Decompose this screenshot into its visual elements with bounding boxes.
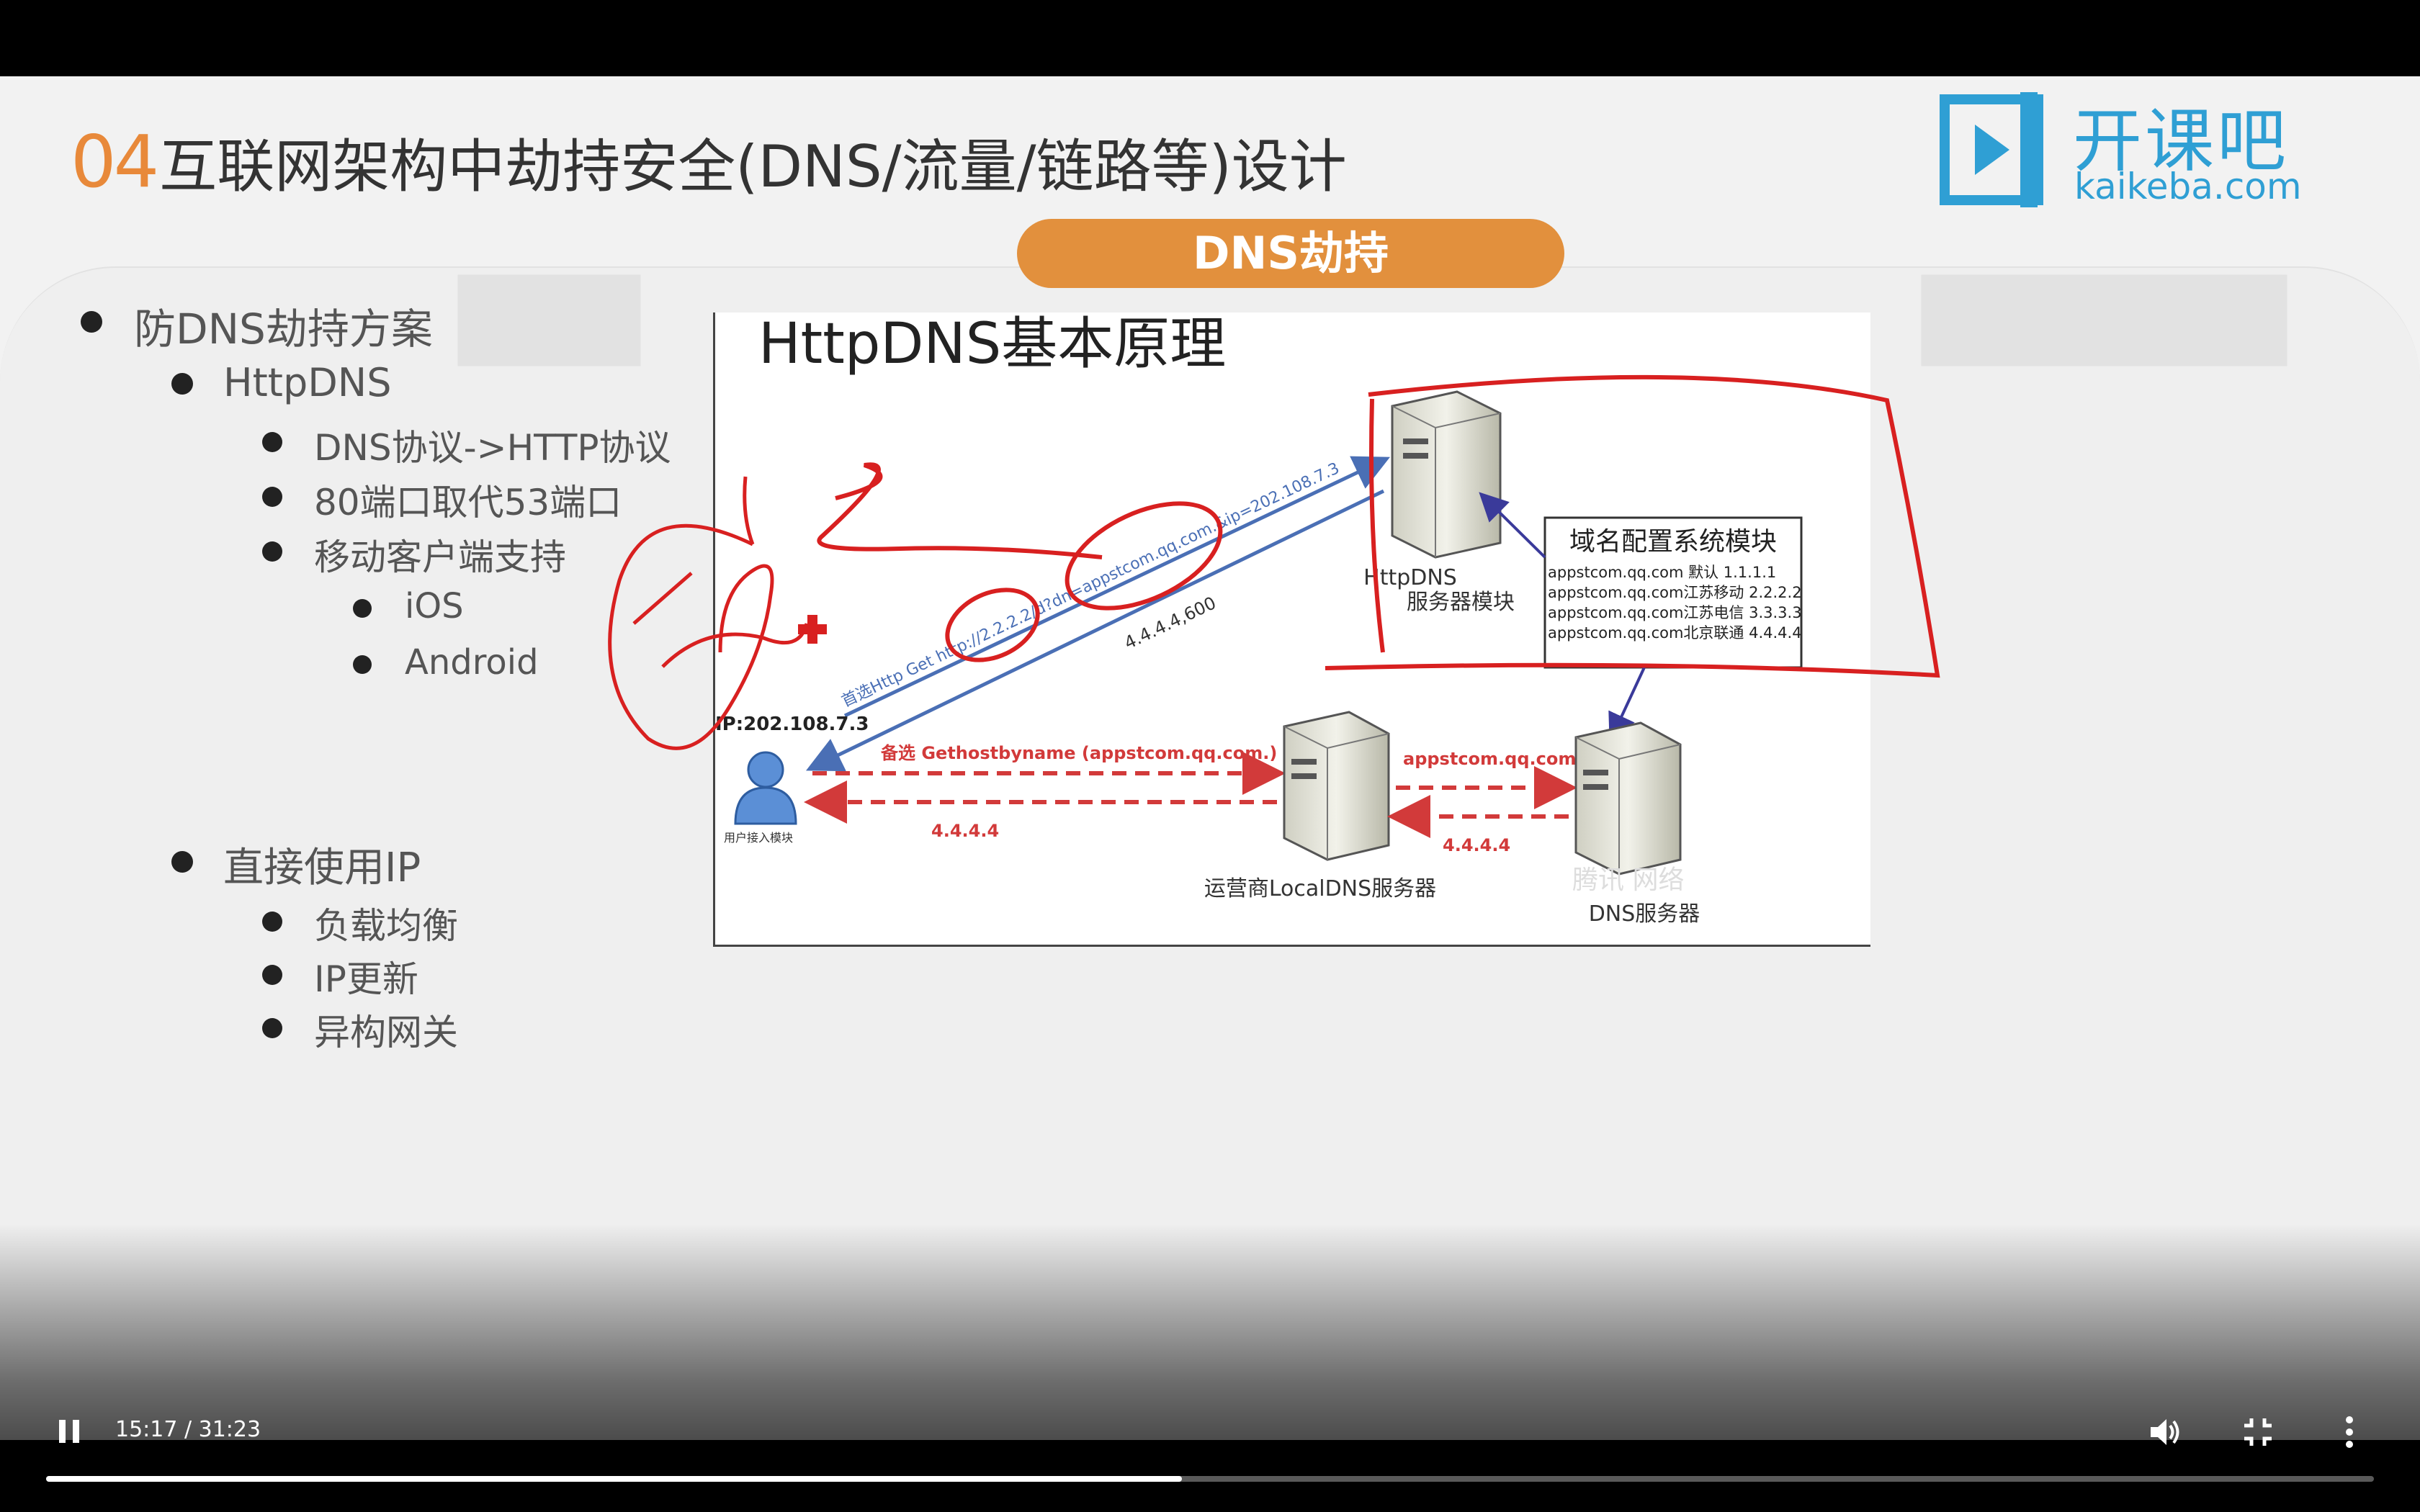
config-row: appstcom.qq.com江苏电信 3.3.3.3 (1548, 604, 1802, 621)
bullet-dot (262, 912, 282, 932)
bullet-ip-update: IP更新 (314, 958, 418, 1000)
time-display: 15:17 / 31:23 (115, 1417, 261, 1442)
localdns-label: 运营商LocalDNS服务器 (1204, 876, 1436, 901)
kaikeba-logo: 开课吧 kaikeba.com (1937, 85, 2341, 215)
progress-track[interactable] (46, 1476, 2374, 1482)
bullet-dot (262, 541, 282, 562)
pause-icon[interactable] (55, 1417, 84, 1446)
volume-icon[interactable] (2146, 1414, 2182, 1450)
httpdns-server-icon (1391, 390, 1502, 559)
bullet-httpdns: HttpDNS (223, 360, 392, 405)
diagram-title: HttpDNS基本原理 (758, 312, 1226, 377)
progress-fill (46, 1476, 1183, 1482)
bullet-ios: iOS (405, 586, 464, 626)
config-title: 域名配置系统模块 (1569, 527, 1777, 557)
dns-server-label: DNS服务器 (1589, 901, 1700, 927)
http-get-label: 首选Http Get http://2.2.2.2/d?dn=appstcom.… (839, 459, 1343, 711)
more-icon[interactable] (2341, 1414, 2358, 1450)
bullet-dot (262, 1018, 282, 1038)
httpdns-label-2: 服务器模块 (1407, 590, 1515, 615)
domain-label: appstcom.qq.com (1403, 749, 1576, 769)
localdns-server-icon (1283, 711, 1390, 861)
right-ip-label: 4.4.4.4 (1443, 835, 1510, 855)
user-label: 用户接入模块 (724, 831, 793, 845)
bullet-anti-dns-hijack: 防DNS劫持方案 (134, 305, 433, 354)
bullet-dot (353, 655, 372, 674)
left-ip-label: 4.4.4.4 (931, 821, 999, 841)
bullet-dot (171, 373, 193, 395)
diagram-svg: HttpDNS基本原理 HttpDNS 服务器模块 域名配置系统模块 appst… (715, 312, 1803, 927)
config-row: appstcom.qq.com江苏移动 2.2.2.2 (1548, 584, 1802, 601)
backup-label: 备选 Gethostbyname (appstcom.qq.com.) (880, 743, 1277, 763)
bullet-dns-to-http: DNS协议->HTTP协议 (314, 427, 671, 469)
bullet-android: Android (405, 642, 539, 683)
logo-english-text: kaikeba.com (2074, 166, 2302, 207)
httpdns-label-1: HttpDNS (1363, 565, 1457, 590)
config-row: appstcom.qq.com 默认 1.1.1.1 (1548, 564, 1776, 581)
section-pill: DNS劫持 (1017, 219, 1564, 288)
slide-title: 04 互联网架构中劫持安全(DNS/流量/链路等)设计 (71, 120, 1347, 204)
watermark: 腾讯 网络 (1572, 865, 1684, 895)
title-text: 互联网架构中劫持安全(DNS/流量/链路等)设计 (159, 133, 1347, 200)
user-ip: IP:202.108.7.3 (715, 714, 869, 735)
config-row: appstcom.qq.com北京联通 4.4.4.4 (1548, 624, 1802, 642)
bullet-load-balance: 负载均衡 (314, 905, 458, 947)
dns-server-icon (1574, 721, 1682, 876)
bullet-mobile-support: 移动客户端支持 (314, 536, 566, 578)
top-black-bar (0, 0, 2420, 76)
user-icon (734, 751, 797, 825)
bullet-dot (262, 965, 282, 985)
bullet-direct-ip: 直接使用IP (223, 845, 421, 891)
bullet-hetero-gateway: 异构网关 (314, 1012, 458, 1053)
bullet-dot (262, 487, 282, 507)
play-logo-icon (1940, 92, 2043, 207)
httpdns-diagram: HttpDNS基本原理 HttpDNS 服务器模块 域名配置系统模块 appst… (713, 312, 1870, 947)
bullet-dot (81, 311, 102, 333)
exit-fullscreen-icon[interactable] (2241, 1416, 2275, 1449)
bullet-dot (262, 432, 282, 452)
title-number: 04 (71, 120, 159, 204)
bullet-dot (171, 851, 193, 873)
bullet-port-80: 80端口取代53端口 (314, 482, 622, 523)
ttl-label: 4.4.4.4,600 (1121, 593, 1219, 653)
bullet-dot (353, 599, 372, 618)
